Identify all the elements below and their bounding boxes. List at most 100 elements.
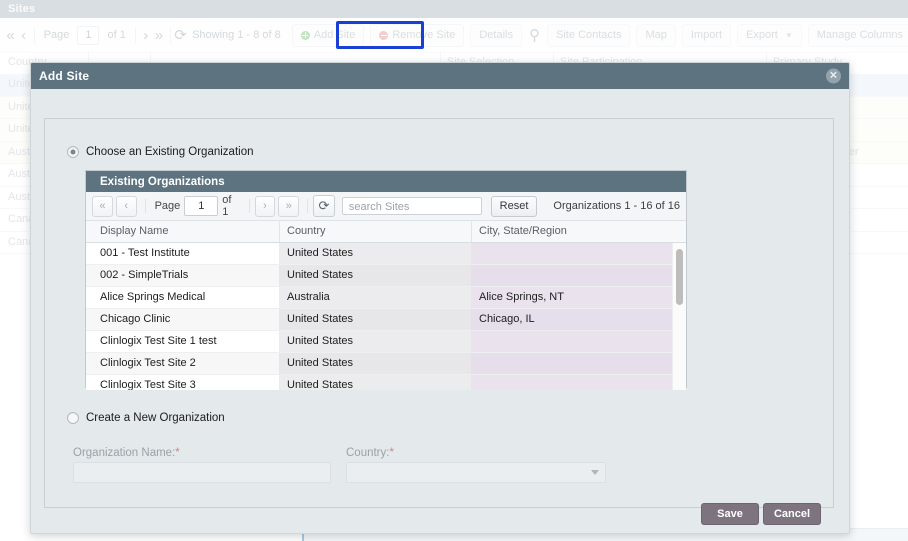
dialog-title: Add Site	[39, 69, 90, 83]
table-row[interactable]: Clinlogix Test Site 1 test United States	[86, 331, 686, 353]
radio-choose-existing-organization[interactable]: Choose an Existing Organization	[67, 146, 254, 158]
column-divider	[471, 221, 472, 242]
org-vertical-scrollbar[interactable]	[672, 243, 686, 390]
toolbar-divider	[169, 27, 170, 43]
map-button[interactable]: Map	[636, 23, 676, 47]
cell-city-state: Alice Springs, NT	[471, 287, 672, 308]
table-row[interactable]: Alice Springs Medical Australia Alice Sp…	[86, 287, 686, 309]
manage-columns-button[interactable]: Manage Columns	[807, 23, 908, 47]
radio-label-new: Create a New Organization	[86, 412, 225, 424]
org-column-city-state[interactable]: City, State/Region	[479, 225, 567, 237]
org-refresh-icon[interactable]: ⟳	[313, 195, 335, 217]
toolbar-divider	[307, 199, 309, 213]
org-panel-title: Existing Organizations	[100, 175, 225, 188]
table-row[interactable]: Clinlogix Test Site 2 United States	[86, 353, 686, 375]
table-row[interactable]: 001 - Test Institute United States	[86, 243, 686, 265]
close-icon[interactable]: ✕	[826, 68, 841, 84]
cancel-button[interactable]: Cancel	[763, 503, 821, 525]
add-site-dialog: Add Site ✕ Choose an Existing Organizati…	[30, 62, 850, 534]
cell-display-name: Clinlogix Test Site 2	[100, 357, 196, 369]
cell-display-name: Clinlogix Test Site 1 test	[100, 335, 217, 347]
radio-icon-unselected[interactable]	[67, 412, 79, 424]
organization-name-input[interactable]	[73, 462, 331, 483]
cell-country: United States	[279, 265, 471, 286]
table-row[interactable]: Clinlogix Test Site 3 United States	[86, 375, 686, 390]
page-total-label: of 1	[107, 29, 126, 41]
cell-country: United States	[279, 375, 471, 390]
cell-city-state	[471, 331, 672, 352]
cell-city-state	[471, 375, 672, 390]
showing-count-label: Showing 1 - 8 of 8	[192, 29, 281, 41]
org-next-page-button[interactable]: ›	[254, 195, 276, 217]
export-label: Export	[746, 29, 778, 41]
radio-create-new-organization[interactable]: Create a New Organization	[67, 412, 225, 424]
manage-columns-label: Manage Columns	[816, 29, 903, 41]
export-button[interactable]: Export ▼	[737, 23, 802, 47]
minus-circle-red-icon	[379, 30, 389, 40]
remove-site-button[interactable]: Remove Site	[370, 23, 465, 47]
radio-label-existing: Choose an Existing Organization	[86, 146, 254, 158]
toolbar-divider	[34, 27, 35, 43]
cell-country: Australia	[279, 287, 471, 308]
refresh-icon[interactable]: ⟳	[174, 23, 187, 47]
page-label: Page	[43, 29, 70, 41]
org-search-input[interactable]: search Sites	[341, 197, 482, 215]
page-title-bar: Sites	[0, 0, 908, 18]
first-page-icon[interactable]: «	[4, 23, 17, 47]
chevron-down-icon	[591, 470, 599, 475]
required-asterisk: *	[389, 447, 394, 459]
dialog-title-bar: Add Site ✕	[31, 63, 849, 89]
cell-country: United States	[279, 353, 471, 374]
cell-city-state	[471, 353, 672, 374]
org-page-total-label: of 1	[222, 194, 232, 218]
details-label: Details	[479, 29, 513, 41]
org-column-headers: Display Name Country City, State/Region	[86, 221, 686, 243]
table-row[interactable]: Chicago Clinic United States Chicago, IL	[86, 309, 686, 331]
add-site-button[interactable]: Add Site	[291, 23, 365, 47]
cell-country: United States	[279, 331, 471, 352]
remove-site-label: Remove Site	[392, 29, 456, 41]
save-button[interactable]: Save	[701, 503, 759, 525]
details-button[interactable]: Details	[470, 23, 522, 47]
org-count-label: Organizations 1 - 16 of 16	[553, 200, 680, 212]
page-title: Sites	[8, 3, 36, 15]
next-page-icon[interactable]: ›	[139, 23, 152, 47]
toolbar-divider	[134, 27, 136, 43]
site-contacts-button[interactable]: Site Contacts	[547, 23, 631, 47]
prev-page-icon[interactable]: ‹	[17, 23, 30, 47]
plus-circle-green-icon	[300, 30, 310, 40]
required-asterisk: *	[175, 447, 180, 459]
site-contacts-label: Site Contacts	[556, 29, 622, 41]
org-prev-page-button[interactable]: ‹	[115, 195, 137, 217]
cell-display-name: Chicago Clinic	[100, 313, 171, 325]
toolbar-divider	[248, 199, 250, 213]
organization-name-label: Organization Name:*	[73, 447, 180, 459]
scrollbar-thumb[interactable]	[676, 249, 683, 305]
country-select[interactable]	[346, 462, 606, 483]
dialog-footer: Save Cancel	[31, 493, 849, 533]
cell-city-state	[471, 243, 672, 264]
org-column-display-name[interactable]: Display Name	[100, 225, 168, 237]
last-page-icon[interactable]: »	[152, 23, 165, 47]
cell-city-state	[471, 265, 672, 286]
column-divider	[279, 221, 280, 242]
org-first-page-button[interactable]: «	[92, 195, 113, 217]
page-number-input[interactable]: 1	[77, 25, 100, 45]
toolbar-divider	[144, 199, 146, 213]
org-page-input[interactable]: 1	[184, 196, 219, 216]
search-icon[interactable]: ⚲	[528, 23, 541, 47]
import-label: Import	[690, 29, 723, 41]
org-last-page-button[interactable]: »	[278, 195, 300, 217]
radio-icon-selected[interactable]	[67, 146, 79, 158]
existing-organizations-panel: Existing Organizations « ‹ Page 1 of 1 ›…	[85, 170, 687, 390]
org-reset-button[interactable]: Reset	[490, 195, 538, 217]
chevron-down-icon: ▼	[784, 30, 793, 40]
import-button[interactable]: Import	[681, 23, 732, 47]
org-column-country[interactable]: Country	[287, 225, 326, 237]
sites-toolbar[interactable]: « ‹ Page 1 of 1 › » ⟳ Showing 1 - 8 of 8…	[0, 18, 908, 53]
org-panel-toolbar[interactable]: « ‹ Page 1 of 1 › » ⟳ search Sites Reset…	[86, 192, 686, 221]
cell-country: United States	[279, 243, 471, 264]
map-label: Map	[645, 29, 667, 41]
table-row[interactable]: 002 - SimpleTrials United States	[86, 265, 686, 287]
cell-display-name: Clinlogix Test Site 3	[100, 379, 196, 390]
